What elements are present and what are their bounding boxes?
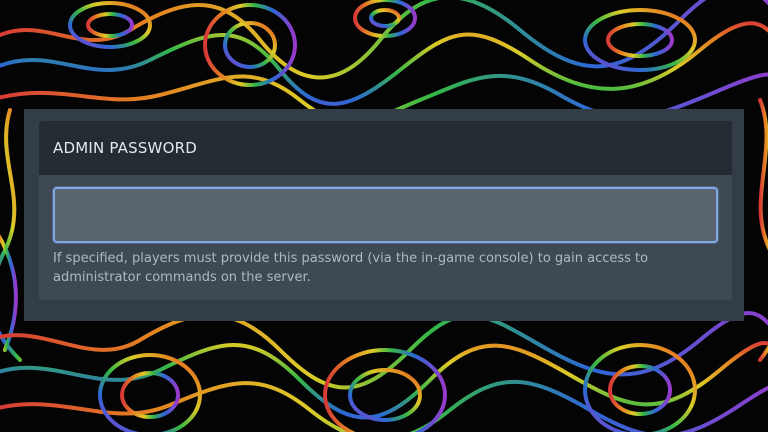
page: ADMIN PASSWORD If specified, players mus… bbox=[0, 0, 768, 432]
admin-password-input[interactable] bbox=[53, 187, 718, 243]
admin-password-card: ADMIN PASSWORD If specified, players mus… bbox=[39, 121, 732, 300]
field-help-text: If specified, players must provide this … bbox=[53, 251, 649, 285]
field-title: ADMIN PASSWORD bbox=[53, 139, 197, 157]
settings-panel: ADMIN PASSWORD If specified, players mus… bbox=[24, 109, 744, 321]
card-header: ADMIN PASSWORD bbox=[39, 121, 732, 175]
card-body: If specified, players must provide this … bbox=[39, 175, 732, 287]
